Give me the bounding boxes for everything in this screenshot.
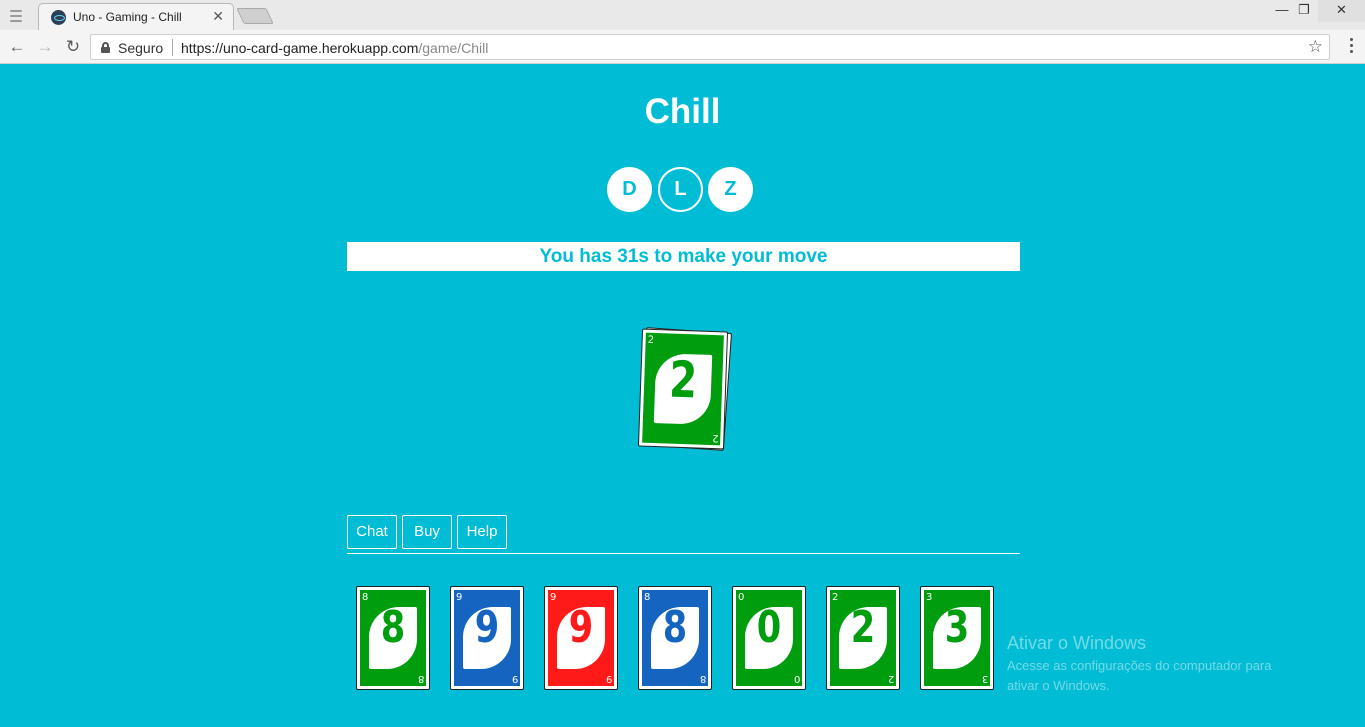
- browser-toolbar: ← → ↻ Seguro https://uno-card-game.herok…: [0, 30, 1365, 64]
- card-corner-value: 2: [711, 432, 719, 444]
- page-title: Chill: [644, 92, 721, 131]
- card-face: 999: [454, 590, 520, 686]
- lock-icon: [101, 42, 110, 53]
- hand-card[interactable]: 888: [356, 586, 430, 690]
- back-arrow-icon[interactable]: ←: [6, 36, 28, 58]
- url-path: /game/Chill: [418, 40, 489, 56]
- card-face: 222: [830, 590, 896, 686]
- hand-card[interactable]: 000: [732, 586, 806, 690]
- hand-card[interactable]: 333: [920, 586, 994, 690]
- card-corner-value: 0: [793, 673, 800, 684]
- reload-icon[interactable]: ↻: [62, 36, 84, 58]
- card-corner-value: 2: [887, 673, 894, 684]
- card-center-value: 9: [568, 602, 594, 653]
- activation-watermark-line: ativar o Windows.: [1007, 678, 1110, 693]
- card-center-value: 9: [474, 602, 500, 653]
- card-face: 999: [548, 590, 614, 686]
- card-corner-value: 8: [699, 673, 706, 684]
- card-face: 333: [924, 590, 990, 686]
- card-center-value: 2: [850, 602, 876, 653]
- card-face: 000: [736, 590, 802, 686]
- card-corner-value: 2: [647, 334, 655, 346]
- address-bar[interactable]: Seguro https://uno-card-game.herokuapp.c…: [90, 34, 1330, 60]
- url-host: https://uno-card-game.herokuapp.com: [181, 40, 419, 56]
- activation-watermark-title: Ativar o Windows: [1007, 633, 1147, 653]
- activation-watermark-line: Acesse as configurações do computador pa…: [1007, 658, 1272, 673]
- card-face: 888: [360, 590, 426, 686]
- card-center-value: 8: [662, 602, 688, 653]
- bookmark-star-icon[interactable]: ☆: [1308, 37, 1323, 57]
- chat-button[interactable]: Chat: [347, 515, 397, 549]
- react-favicon-icon: [51, 10, 66, 25]
- card-center-value: 0: [756, 602, 782, 653]
- browser-tab-bar: Uno - Gaming - Chill ✕ — ❐ ✕: [0, 0, 1365, 30]
- buy-button[interactable]: Buy: [402, 515, 452, 549]
- card-center-value: 8: [380, 602, 406, 653]
- card-corner-value: 9: [511, 673, 518, 684]
- hand-card[interactable]: 999: [450, 586, 524, 690]
- hand-card[interactable]: 222: [826, 586, 900, 690]
- window-close-icon[interactable]: ✕: [1318, 0, 1365, 22]
- divider: [347, 553, 1020, 554]
- forward-arrow-icon[interactable]: →: [34, 36, 56, 58]
- player-avatar-current: L: [658, 167, 703, 212]
- card-corner-value: 9: [605, 673, 612, 684]
- hand-card[interactable]: 999: [544, 586, 618, 690]
- discard-card-top: 2 2 2: [637, 328, 729, 450]
- url-text: https://uno-card-game.herokuapp.com/game…: [181, 40, 488, 56]
- player-list: D L Z: [607, 167, 755, 213]
- browser-tab[interactable]: Uno - Gaming - Chill ✕: [38, 3, 234, 30]
- card-center-value: 2: [668, 350, 699, 410]
- tab-title: Uno - Gaming - Chill: [73, 10, 182, 24]
- url-separator: [172, 39, 173, 56]
- card-corner-value: 3: [981, 673, 988, 684]
- player-avatar: Z: [708, 167, 753, 212]
- card-face: 2 2 2: [642, 332, 724, 446]
- card-center-value: 3: [944, 602, 970, 653]
- hand-card[interactable]: 888: [638, 586, 712, 690]
- card-corner-value: 8: [417, 673, 424, 684]
- browser-menu-icon[interactable]: [1343, 38, 1359, 56]
- tab-close-icon[interactable]: ✕: [212, 8, 224, 25]
- profile-icon[interactable]: [6, 7, 26, 23]
- player-avatar: D: [607, 167, 652, 212]
- secure-label: Seguro: [118, 40, 164, 56]
- help-button[interactable]: Help: [457, 515, 507, 549]
- card-face: 888: [642, 590, 708, 686]
- new-tab-button[interactable]: [236, 8, 274, 24]
- discard-pile: 2 2 2: [637, 327, 733, 452]
- turn-status: You has 31s to make your move: [347, 242, 1020, 271]
